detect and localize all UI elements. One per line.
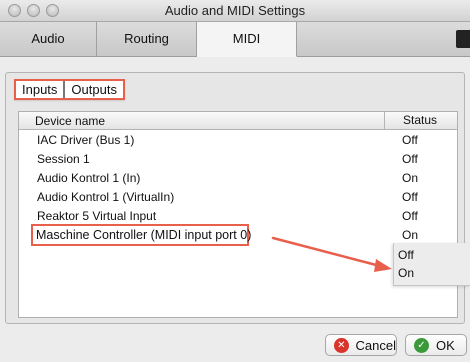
annotation-arrow-icon (271, 236, 392, 272)
ok-button[interactable]: ✓ OK (405, 334, 467, 356)
cancel-button[interactable]: ✕ Cancel (325, 334, 397, 356)
cancel-label: Cancel (355, 337, 396, 353)
cancel-icon: ✕ (334, 337, 349, 353)
ok-label: OK (436, 337, 455, 353)
checkmark-icon: ✓ (414, 337, 429, 353)
